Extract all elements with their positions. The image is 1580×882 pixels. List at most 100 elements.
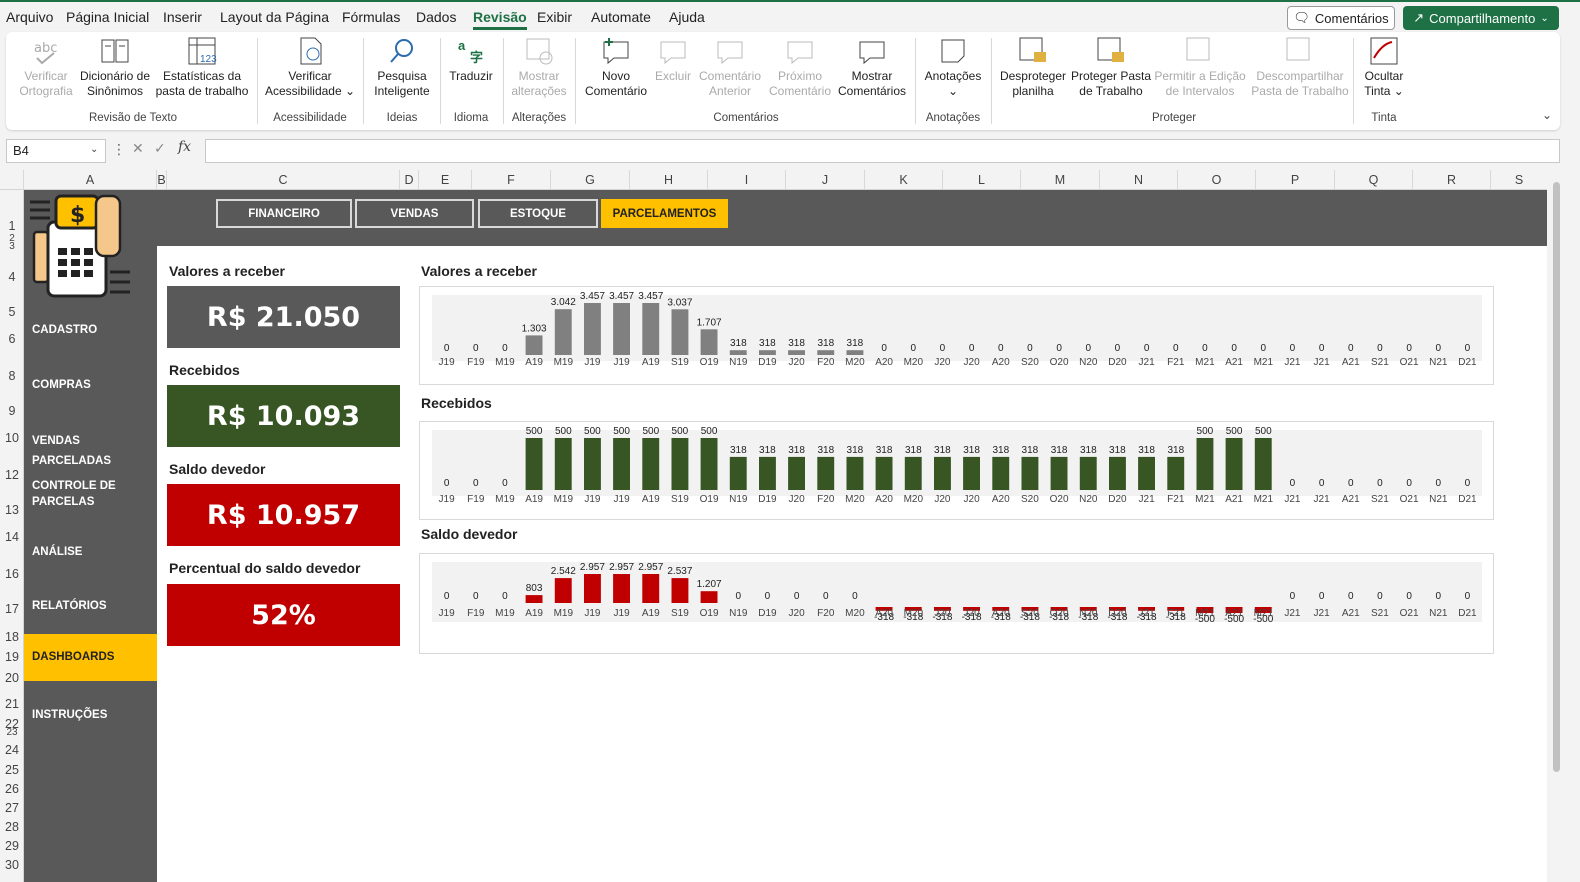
ribbon-collapse-icon[interactable]: ⌄ (1542, 108, 1552, 122)
row-header[interactable]: 30 (0, 858, 24, 872)
row-header[interactable]: 13 (0, 503, 24, 517)
sidebar-item-controle-parcelas[interactable]: CONTROLE DE PARCELAS (24, 478, 134, 514)
chart-valores-receber[interactable]: 0 J19 0 F19 0 M19 1.303 A19 3.042 M19 3.457 J19 3.45… (419, 286, 1494, 385)
data-label: 500 (642, 426, 659, 437)
column-header[interactable]: J (786, 170, 865, 190)
menu-exibir[interactable]: Exibir (537, 9, 572, 25)
column-header[interactable]: H (630, 170, 708, 190)
column-header[interactable]: D (400, 170, 419, 190)
thesaurus-button[interactable]: Dicionário de Sinônimos (76, 36, 154, 99)
sidebar-item-relatorios[interactable]: RELATÓRIOS (24, 596, 157, 616)
sidebar-item-analise[interactable]: ANÁLISE (24, 542, 157, 562)
menu-pagina-inicial[interactable]: Página Inicial (66, 9, 149, 25)
formula-input[interactable] (205, 139, 1560, 163)
sidebar-item-vendas-parceladas[interactable]: VENDAS PARCELADAS (24, 431, 157, 467)
column-header[interactable]: A (24, 170, 157, 190)
cancel-icon[interactable]: ✕ (132, 140, 144, 157)
category-label: S21 (1371, 357, 1389, 368)
row-header[interactable]: 20 (0, 671, 24, 685)
sidebar-item-dashboards[interactable]: DASHBOARDS (24, 634, 157, 681)
column-header[interactable]: S (1491, 170, 1547, 190)
enter-icon[interactable]: ✓ (154, 140, 166, 157)
workbook-stats-button[interactable]: 123 Estatísticas da pasta de trabalho (154, 36, 250, 99)
row-header[interactable]: 25 (0, 763, 24, 777)
chart-recebidos[interactable]: 0 J19 0 F19 0 M19 500 A19 500 M19 500 J19 500 J19 500 A… (419, 421, 1494, 520)
sidebar-item-cadastro[interactable]: CADASTRO (24, 320, 157, 340)
column-header[interactable]: N (1100, 170, 1178, 190)
previous-comment-button[interactable]: Comentário Anterior (696, 36, 764, 99)
row-header[interactable]: 29 (0, 839, 24, 853)
sidebar-item-compras[interactable]: COMPRAS (24, 375, 157, 395)
row-header[interactable]: 1 (0, 219, 24, 233)
column-header[interactable]: R (1413, 170, 1491, 190)
row-header[interactable]: 17 (0, 602, 24, 616)
menu-automate[interactable]: Automate (591, 9, 651, 25)
notes-button[interactable]: Anotações ⌄ (920, 36, 986, 99)
tab-estoque[interactable]: ESTOQUE (478, 199, 598, 228)
row-header[interactable]: 18 (0, 630, 24, 644)
row-header[interactable]: 12 (0, 468, 24, 482)
smart-lookup-button[interactable]: Pesquisa Inteligente (368, 36, 436, 99)
row-header[interactable]: 16 (0, 567, 24, 581)
column-header[interactable]: Q (1335, 170, 1413, 190)
menu-inserir[interactable]: Inserir (163, 9, 202, 25)
spelling-button[interactable]: abc Verificar Ortografia (14, 36, 78, 99)
column-header[interactable]: I (708, 170, 786, 190)
column-header[interactable]: F (472, 170, 551, 190)
row-header[interactable]: 28 (0, 820, 24, 834)
menu-revisao[interactable]: Revisão (473, 9, 527, 30)
row-header[interactable]: 8 (0, 369, 24, 383)
select-all-corner[interactable] (0, 170, 24, 190)
menu-dados[interactable]: Dados (416, 9, 456, 25)
show-changes-button[interactable]: Mostrar alterações (508, 36, 570, 99)
row-header[interactable]: 3 (0, 241, 24, 252)
tab-financeiro[interactable]: FINANCEIRO (216, 199, 352, 228)
row-header[interactable]: 4 (0, 270, 24, 284)
next-comment-button[interactable]: Próximo Comentário (766, 36, 834, 99)
row-header[interactable]: 21 (0, 697, 24, 711)
share-button[interactable]: ↗ Compartilhamento ⌄ (1403, 6, 1559, 30)
column-header[interactable]: E (419, 170, 472, 190)
column-header[interactable]: O (1178, 170, 1256, 190)
row-header[interactable]: 23 (0, 727, 24, 738)
menu-arquivo[interactable]: Arquivo (6, 9, 53, 25)
row-header[interactable]: 26 (0, 782, 24, 796)
row-header[interactable]: 6 (0, 332, 24, 346)
column-header[interactable]: L (943, 170, 1021, 190)
menu-formulas[interactable]: Fórmulas (342, 9, 400, 25)
row-header[interactable]: 10 (0, 431, 24, 445)
translate-button[interactable]: a字 Traduzir (446, 36, 496, 84)
function-icon[interactable]: fx (178, 139, 191, 155)
allow-edit-ranges-button[interactable]: Permitir a Edição de Intervalos (1154, 36, 1246, 99)
unshare-workbook-button[interactable]: Descompartilhar Pasta de Trabalho (1250, 36, 1350, 99)
row-header[interactable]: 9 (0, 404, 24, 418)
new-comment-button[interactable]: Novo Comentário (584, 36, 648, 99)
protect-workbook-button[interactable]: Proteger Pasta de Trabalho (1070, 36, 1152, 99)
row-header[interactable]: 5 (0, 305, 24, 319)
accessibility-check-button[interactable]: Verificar Acessibilidade ⌄ (264, 36, 356, 99)
chevron-down-icon[interactable]: ⌄ (90, 144, 98, 155)
delete-comment-button[interactable]: Excluir (652, 36, 694, 84)
row-header[interactable]: 19 (0, 650, 24, 664)
show-comments-button[interactable]: Mostrar Comentários (836, 36, 908, 99)
chart-saldo-devedor[interactable]: 0 J19 0 F19 0 M19 803 A19 2.542 M19 2.957 J19 2.957 J… (419, 553, 1494, 654)
tab-parcelamentos[interactable]: PARCELAMENTOS (601, 199, 728, 228)
column-header[interactable]: G (551, 170, 630, 190)
menu-ajuda[interactable]: Ajuda (669, 9, 705, 25)
row-header[interactable]: 27 (0, 801, 24, 815)
hide-ink-button[interactable]: Ocultar Tinta ⌄ (1358, 36, 1410, 99)
row-header[interactable]: 24 (0, 743, 24, 757)
column-header[interactable]: M (1021, 170, 1100, 190)
column-header[interactable]: B (157, 170, 167, 190)
unprotect-sheet-button[interactable]: Desproteger planilha (998, 36, 1068, 99)
column-header[interactable]: P (1256, 170, 1335, 190)
tab-vendas[interactable]: VENDAS (355, 199, 474, 228)
scrollbar-thumb[interactable] (1553, 182, 1560, 772)
row-header[interactable]: 14 (0, 530, 24, 544)
column-header[interactable]: C (167, 170, 400, 190)
menu-layout-pagina[interactable]: Layout da Página (220, 9, 329, 25)
comments-button[interactable]: 🗨 Comentários (1287, 6, 1395, 30)
vertical-scrollbar[interactable] (1550, 172, 1564, 882)
column-header[interactable]: K (865, 170, 943, 190)
sidebar-item-instrucoes[interactable]: INSTRUÇÕES (24, 705, 157, 725)
